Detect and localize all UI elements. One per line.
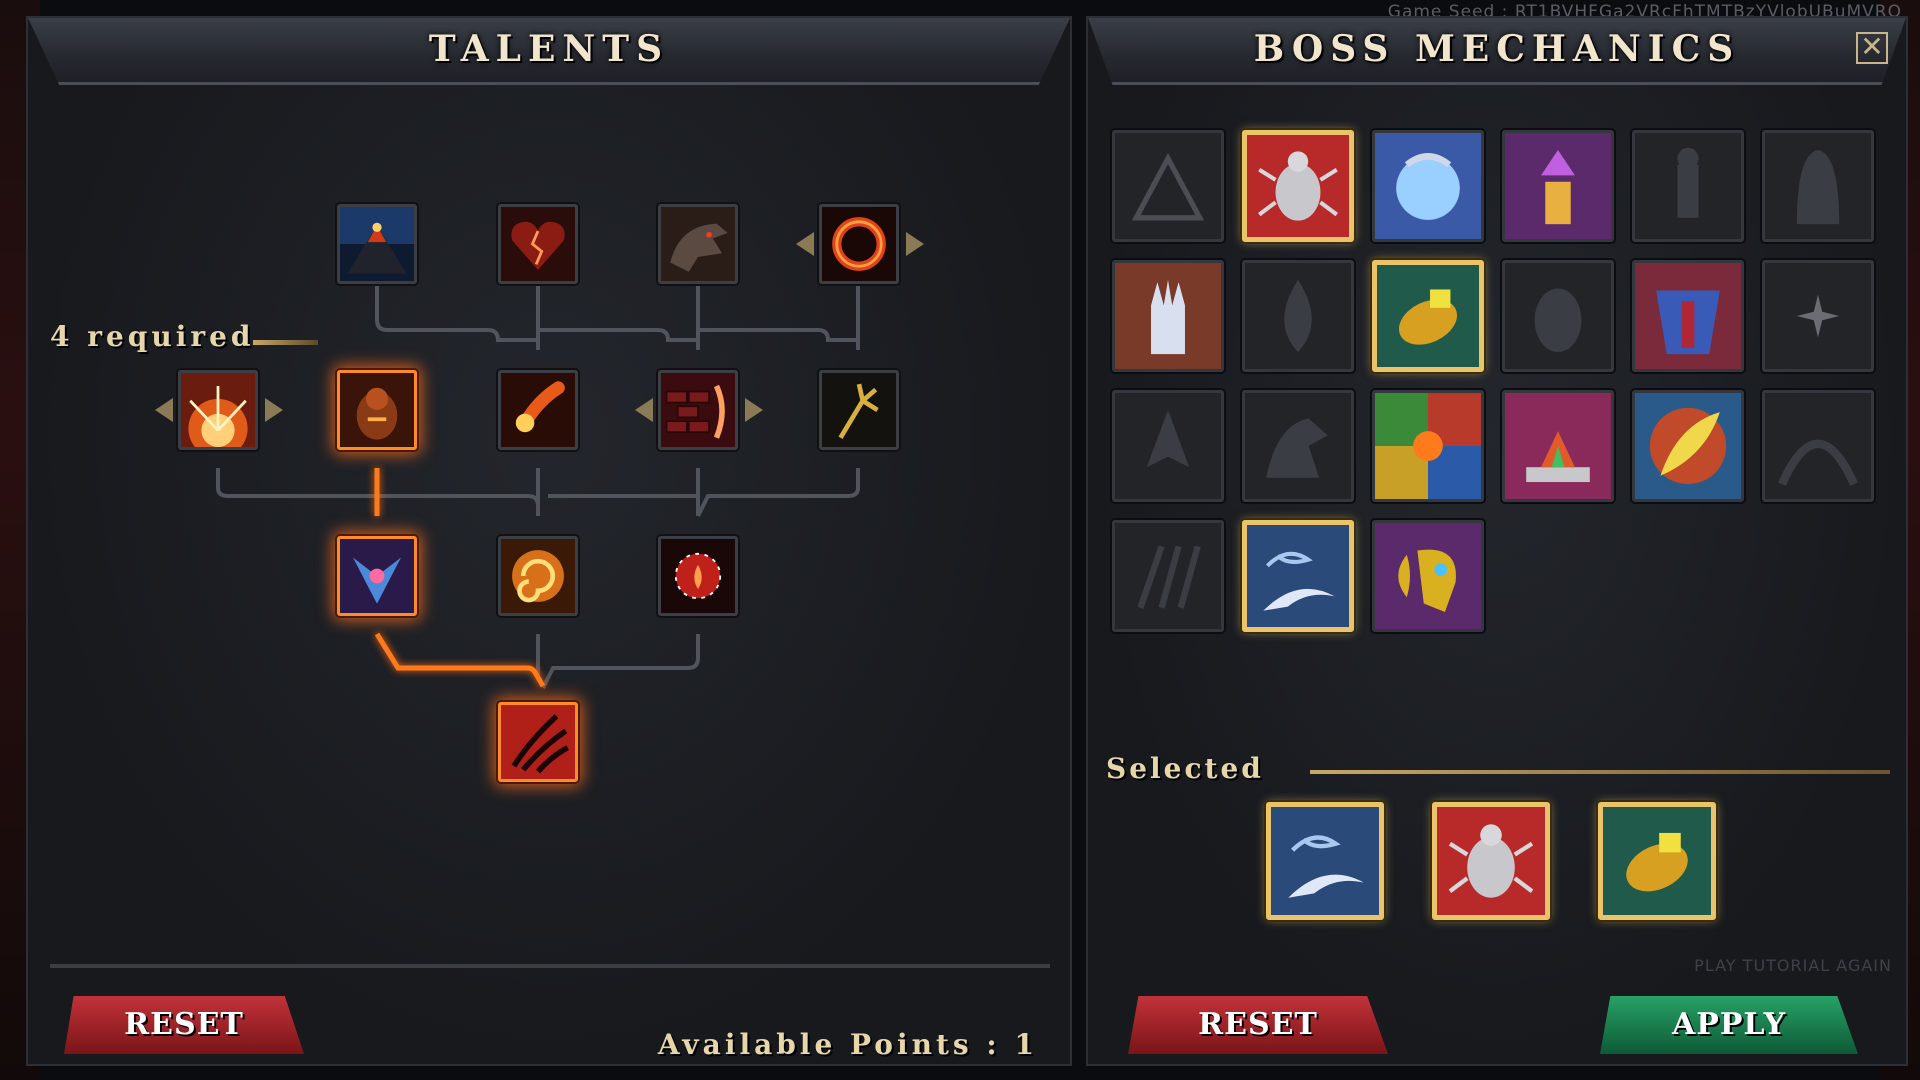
talents-reset-button[interactable]: RESET xyxy=(64,996,304,1054)
golden-trident-icon[interactable] xyxy=(819,370,899,450)
chevron-left-icon xyxy=(796,232,814,256)
required-label: 4 required xyxy=(50,320,255,353)
sunburst-icon[interactable] xyxy=(178,370,258,450)
play-tutorial-link[interactable]: PLAY TUTORIAL AGAIN xyxy=(1694,956,1892,975)
claw-marks-icon[interactable] xyxy=(1112,520,1224,632)
golden-bracer-icon[interactable] xyxy=(1372,260,1484,372)
ram-skull-icon[interactable] xyxy=(1372,520,1484,632)
chevron-right-icon xyxy=(265,398,283,422)
required-divider xyxy=(253,340,318,345)
selected-storm-wing-icon[interactable] xyxy=(1266,802,1384,920)
feather-icon[interactable] xyxy=(1632,390,1744,502)
elements-icon[interactable] xyxy=(1372,390,1484,502)
dark-star-icon[interactable] xyxy=(1762,260,1874,372)
statue-icon[interactable] xyxy=(1632,130,1744,242)
close-button[interactable]: ✕ xyxy=(1856,32,1888,64)
storm-wing-icon[interactable] xyxy=(1242,520,1354,632)
fire-vortex-icon[interactable] xyxy=(498,536,578,616)
apply-button[interactable]: APPLY xyxy=(1600,996,1858,1054)
talents-panel: TALENTS 4 required RESET Available Point… xyxy=(26,16,1072,1066)
armor-icon[interactable] xyxy=(1632,260,1744,372)
chevron-right-icon xyxy=(745,398,763,422)
close-icon: ✕ xyxy=(1860,30,1884,63)
selected-scarab-icon[interactable] xyxy=(1432,802,1550,920)
egg-icon[interactable] xyxy=(1502,260,1614,372)
fire-ring-icon[interactable] xyxy=(819,204,899,284)
gauntlet-icon[interactable] xyxy=(1112,260,1224,372)
crystal-altar-icon[interactable] xyxy=(1502,390,1614,502)
arrowhead-icon[interactable] xyxy=(1112,390,1224,502)
selected-divider xyxy=(1310,770,1890,774)
boss-mechanics-panel: BOSS MECHANICS ✕ Selected PLAY TUTORIAL … xyxy=(1086,16,1908,1066)
chevron-right-icon xyxy=(906,232,924,256)
selected-label: Selected xyxy=(1106,752,1264,785)
available-points: Available Points : 1 xyxy=(657,1028,1038,1061)
pillar-crystal-icon[interactable] xyxy=(1502,130,1614,242)
blood-claw-icon[interactable] xyxy=(498,702,578,782)
boss-mechanics-title: BOSS MECHANICS xyxy=(1253,28,1741,70)
talents-footer-divider xyxy=(50,964,1050,968)
fireball-icon[interactable] xyxy=(498,370,578,450)
creature-icon[interactable] xyxy=(1242,390,1354,502)
scarab-icon[interactable] xyxy=(1242,130,1354,242)
chevron-left-icon xyxy=(635,398,653,422)
hooded-figure-icon[interactable] xyxy=(1762,130,1874,242)
selected-golden-bracer-icon[interactable] xyxy=(1598,802,1716,920)
fire-golem-icon[interactable] xyxy=(337,370,417,450)
chevron-left-icon xyxy=(155,398,173,422)
boss-reset-button[interactable]: RESET xyxy=(1128,996,1388,1054)
moon-orb-icon[interactable] xyxy=(1372,130,1484,242)
burning-sphere-icon[interactable] xyxy=(658,536,738,616)
cave-icon[interactable] xyxy=(1762,390,1874,502)
pyramid-icon[interactable] xyxy=(1112,130,1224,242)
cracked-heart-icon[interactable] xyxy=(498,204,578,284)
water-drop-icon[interactable] xyxy=(1242,260,1354,372)
flame-wall-icon[interactable] xyxy=(658,370,738,450)
volcano-icon[interactable] xyxy=(337,204,417,284)
phoenix-icon[interactable] xyxy=(337,536,417,616)
dragon-head-icon[interactable] xyxy=(658,204,738,284)
